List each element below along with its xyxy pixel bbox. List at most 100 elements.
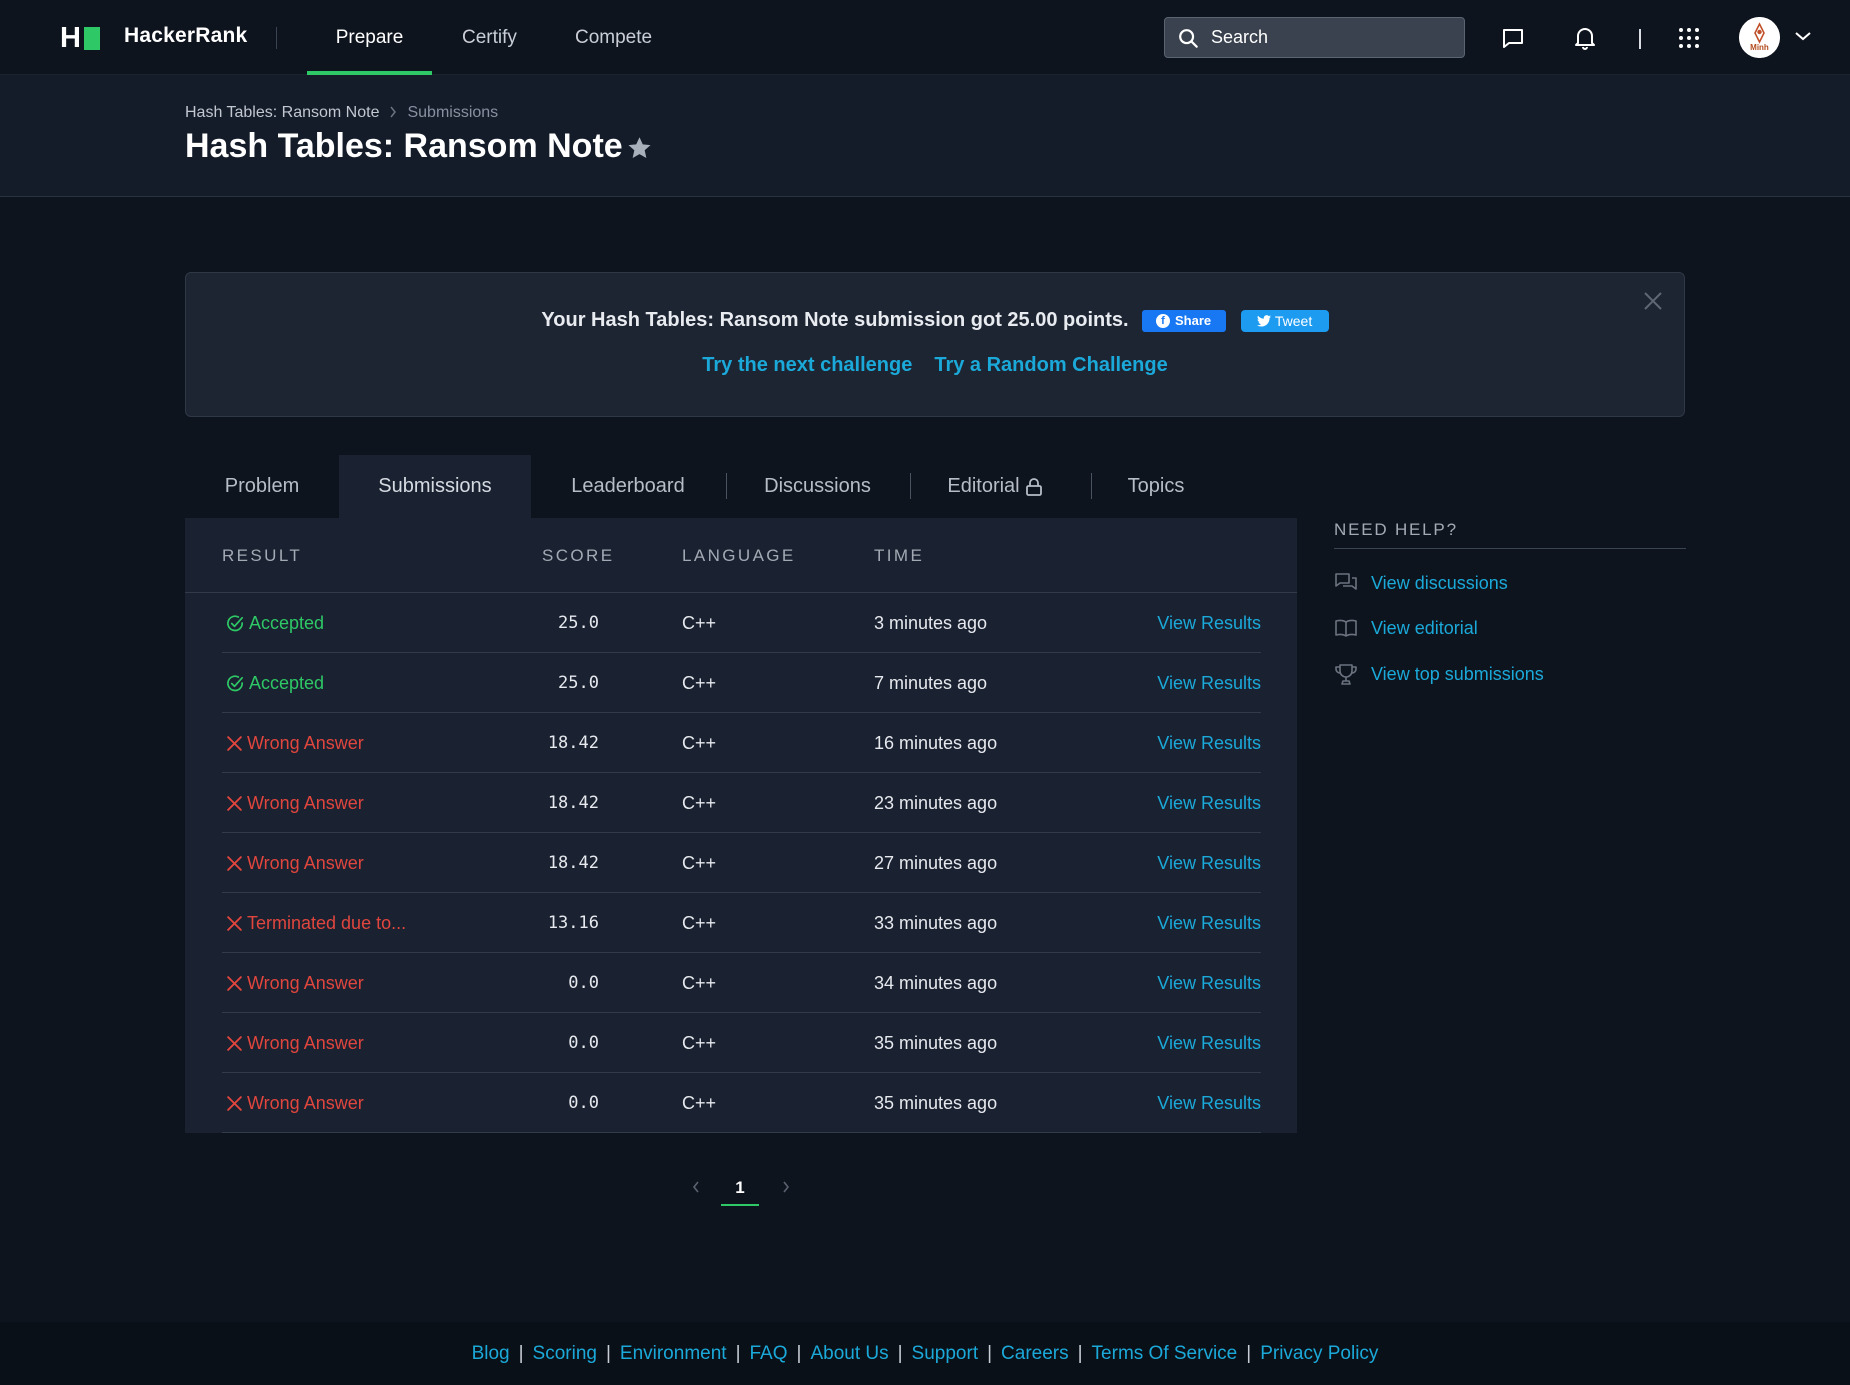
accepted-check-icon	[226, 674, 245, 693]
wrong-x-icon	[226, 915, 243, 932]
score-cell: 18.42	[547, 853, 599, 873]
view-top-submissions-label: View top submissions	[1371, 663, 1544, 684]
pagination-page[interactable]: 1	[721, 1178, 759, 1206]
footer-link[interactable]: FAQ	[750, 1343, 788, 1365]
view-results-link[interactable]: View Results	[1157, 773, 1261, 833]
facebook-share-button[interactable]: f Share	[1141, 309, 1226, 332]
time-cell: 35 minutes ago	[874, 1092, 998, 1113]
tab-leaderboard[interactable]: Leaderboard	[548, 455, 708, 518]
footer-link[interactable]: Blog	[472, 1343, 510, 1365]
chevron-down-icon[interactable]	[1794, 29, 1812, 47]
footer-link[interactable]: Privacy Policy	[1260, 1343, 1378, 1365]
view-results-link[interactable]: View Results	[1157, 1013, 1261, 1073]
wrong-x-icon	[226, 735, 243, 752]
language-cell: C++	[682, 792, 717, 813]
tab-divider	[1091, 473, 1092, 499]
nav-tab-prepare-label: Prepare	[335, 26, 404, 48]
nav-divider	[1639, 29, 1641, 49]
tab-divider	[726, 473, 727, 499]
tab-problem[interactable]: Problem	[185, 455, 339, 518]
bookmark-star-icon[interactable]	[626, 135, 653, 167]
time-cell: 35 minutes ago	[874, 1032, 998, 1053]
result-cell: Accepted	[226, 653, 324, 713]
view-results-link[interactable]: View Results	[1157, 593, 1261, 653]
breadcrumb-parent-link[interactable]: Hash Tables: Ransom Note	[185, 104, 379, 122]
table-row: Wrong Answer 0.0 C++ 35 minutes ago View Res…	[222, 1013, 1261, 1073]
wrong-x-icon	[226, 1095, 243, 1112]
score-cell: 18.42	[547, 793, 599, 813]
nav-tab-compete-label: Compete	[575, 26, 653, 48]
tab-topics-label: Topics	[1127, 475, 1185, 497]
tweet-button[interactable]: Tweet	[1240, 309, 1329, 332]
random-challenge-link[interactable]: Try a Random Challenge	[934, 354, 1167, 377]
footer-link[interactable]: Scoring	[533, 1343, 597, 1365]
table-row: Accepted 25.0 C++ 7 minutes ago View Results	[222, 653, 1261, 713]
breadcrumb-current: Submissions	[407, 104, 499, 121]
language-cell: C++	[682, 972, 717, 993]
language-cell: C++	[682, 1032, 717, 1053]
next-challenge-link[interactable]: Try the next challenge	[702, 354, 912, 377]
footer-link[interactable]: Environment	[620, 1343, 727, 1365]
score-cell: 0.0	[568, 1033, 599, 1053]
footer-separator: |	[518, 1343, 524, 1364]
banner-message: Your Hash Tables: Ransom Note submission…	[541, 309, 1129, 331]
view-top-submissions-link[interactable]: View top submissions	[1334, 662, 1544, 686]
tab-submissions-label: Submissions	[378, 475, 492, 497]
result-status: Accepted	[249, 612, 325, 633]
messages-icon[interactable]	[1499, 24, 1527, 52]
view-discussions-label: View discussions	[1371, 572, 1508, 593]
banner-message-row: Your Hash Tables: Ransom Note submission…	[185, 309, 1685, 332]
footer-link[interactable]: Terms Of Service	[1092, 1343, 1238, 1365]
nav-tab-certify[interactable]: Certify	[462, 0, 517, 75]
table-row: Wrong Answer 18.42 C++ 27 minutes ago View R…	[222, 833, 1261, 893]
view-results-link[interactable]: View Results	[1157, 893, 1261, 953]
footer-separator: |	[1246, 1343, 1252, 1364]
tab-topics[interactable]: Topics	[1110, 455, 1202, 518]
result-cell: Wrong Answer	[226, 1073, 364, 1133]
notifications-bell-icon[interactable]	[1571, 24, 1599, 52]
hackerrank-logo[interactable]: H	[60, 24, 100, 53]
nav-tab-prepare[interactable]: Prepare	[307, 0, 432, 75]
search-input[interactable]	[1211, 27, 1451, 48]
footer-link[interactable]: Support	[912, 1343, 979, 1365]
table-row: Wrong Answer 18.42 C++ 23 minutes ago View R…	[222, 773, 1261, 833]
footer-link[interactable]: Careers	[1001, 1343, 1069, 1365]
header-time: TIME	[874, 546, 925, 565]
score-cell: 0.0	[568, 1093, 599, 1113]
footer-separator: |	[605, 1343, 611, 1364]
view-editorial-link[interactable]: View editorial	[1334, 616, 1478, 640]
score-cell: 25.0	[558, 673, 599, 693]
pagination-prev-icon[interactable]	[691, 1180, 701, 1199]
result-cell: Wrong Answer	[226, 713, 364, 773]
score-cell: 0.0	[568, 973, 599, 993]
user-avatar[interactable]: Minh	[1739, 17, 1780, 58]
result-status: Wrong Answer	[247, 1092, 364, 1113]
footer-link[interactable]: About Us	[810, 1343, 888, 1365]
nav-tab-compete[interactable]: Compete	[575, 0, 652, 75]
tab-submissions[interactable]: Submissions	[339, 455, 531, 518]
book-icon	[1334, 616, 1360, 640]
pagination-next-icon[interactable]	[781, 1180, 791, 1199]
score-cell: 13.16	[547, 913, 599, 933]
time-cell: 33 minutes ago	[874, 912, 998, 933]
tab-discussions-label: Discussions	[764, 475, 871, 497]
tab-editorial[interactable]: Editorial	[930, 455, 1060, 518]
wrong-x-icon	[226, 855, 243, 872]
time-cell: 16 minutes ago	[874, 732, 998, 753]
search-box[interactable]	[1164, 17, 1465, 58]
footer-separator: |	[735, 1343, 741, 1364]
view-results-link[interactable]: View Results	[1157, 953, 1261, 1013]
view-results-link[interactable]: View Results	[1157, 653, 1261, 713]
result-status: Wrong Answer	[247, 852, 364, 873]
result-status: Wrong Answer	[247, 1032, 364, 1053]
tab-discussions[interactable]: Discussions	[745, 455, 890, 518]
view-results-link[interactable]: View Results	[1157, 1073, 1261, 1133]
facebook-icon: f	[1155, 313, 1170, 328]
brand-name[interactable]: HackerRank	[124, 24, 247, 48]
need-help-divider	[1334, 548, 1686, 549]
tab-leaderboard-label: Leaderboard	[571, 475, 685, 497]
view-discussions-link[interactable]: View discussions	[1334, 571, 1508, 595]
view-results-link[interactable]: View Results	[1157, 833, 1261, 893]
apps-grid-icon[interactable]	[1675, 24, 1703, 52]
view-results-link[interactable]: View Results	[1157, 713, 1261, 773]
